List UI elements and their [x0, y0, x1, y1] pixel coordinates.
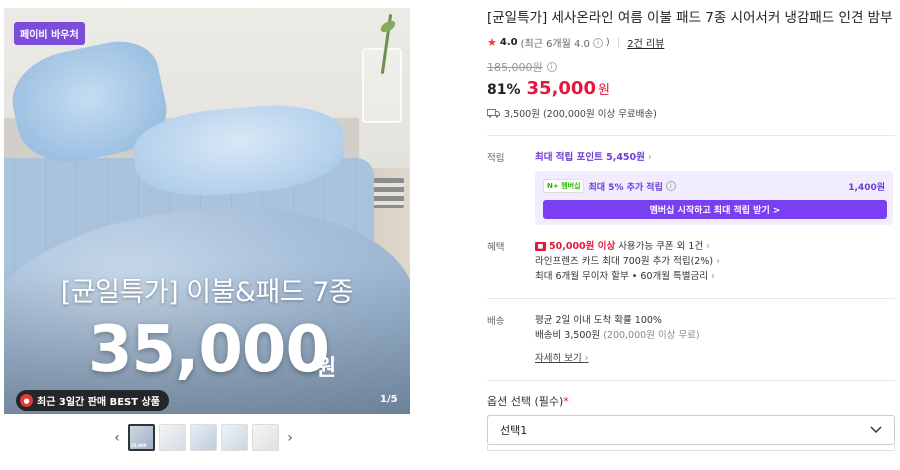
- chevron-right-icon: ›: [710, 271, 715, 282]
- divider: [487, 298, 895, 299]
- delivery-detail-link[interactable]: 자세히 보기 ›: [535, 351, 589, 366]
- membership-box: N+ 멤버십 최대 5% 추가 적립 i 1,400원 멤버십 시작하고 최대 …: [535, 171, 893, 225]
- coupon-icon: ■: [535, 242, 546, 251]
- image-counter: 1/5: [380, 394, 398, 405]
- chevron-right-icon: ›: [716, 256, 720, 267]
- membership-text: 최대 5% 추가 적립: [588, 182, 663, 193]
- product-info: [균일특가] 세사온라인 여름 이불 패드 7종 시어서커 냉감패드 인견 밤부…: [487, 8, 895, 451]
- voucher-badge: 페이비 바우처: [14, 22, 85, 45]
- chevron-right-icon: ›: [706, 241, 711, 252]
- rating-value: 4.0: [499, 37, 518, 48]
- star-icon: ★: [487, 36, 497, 49]
- chevron-right-icon: ›: [647, 152, 652, 163]
- option-label: 옵션 선택 (필수)*: [487, 395, 569, 408]
- divider: |: [616, 37, 621, 48]
- thumbnail-5[interactable]: [252, 424, 279, 451]
- original-price-row: 185,000원 i: [487, 59, 895, 75]
- rating-row: ★ 4.0 (최근 6개월 4.0 i ) | 2건 리뷰: [487, 35, 665, 50]
- shipping-row: 3,500원 (200,000원 이상 무료배송): [487, 106, 895, 120]
- coupon-link[interactable]: ■ 50,000원 이상 사용가능 쿠폰 외 1건 ›: [535, 239, 895, 254]
- points-section: 적립 최대 적립 포인트 5,450원 › N+ 멤버십 최대 5% 추가 적립…: [487, 150, 895, 225]
- thumbnail-2[interactable]: [159, 424, 186, 451]
- price-unit: 원: [597, 83, 610, 98]
- chevron-right-icon: ›: [584, 353, 589, 364]
- chevron-down-icon: [870, 426, 882, 434]
- divider: [487, 135, 895, 136]
- review-link[interactable]: 2건 리뷰: [627, 35, 664, 50]
- option-selected-value: 선택1: [500, 424, 528, 437]
- rating-detail: (최근 6개월 4.0: [520, 39, 590, 50]
- price-row: 81% 35,000 원: [487, 78, 895, 99]
- installment-link[interactable]: 최대 6개월 무이자 할부 • 60개월 특별금리 ›: [535, 269, 895, 284]
- product-page: 페이비 바우처 [균일특가] 이불&패드 7종 35,000 원 ● 최근 3일…: [0, 0, 900, 470]
- next-image-button[interactable]: ›: [283, 430, 297, 446]
- thumbnail-3[interactable]: [190, 424, 217, 451]
- divider: [487, 380, 895, 381]
- delivery-fee: 배송비 3,500원 (200,000원 이상 무료): [535, 330, 700, 341]
- benefits-section: 혜택 ■ 50,000원 이상 사용가능 쿠폰 외 1건 › 라인프렌즈 카드 …: [487, 239, 895, 284]
- max-point-link[interactable]: 최대 적립 포인트 5,450원 ›: [535, 150, 895, 165]
- info-icon[interactable]: i: [592, 37, 603, 48]
- product-title: [균일특가] 세사온라인 여름 이불 패드 7종 시어서커 냉감패드 인견 밤부: [487, 10, 893, 26]
- hero-price: 35,000: [88, 313, 330, 387]
- option-list-edge: [487, 445, 895, 451]
- original-price: 185,000원: [487, 61, 543, 74]
- sale-price: 35,000: [526, 78, 596, 99]
- points-label: 적립: [487, 153, 505, 164]
- thumbnail-4[interactable]: [221, 424, 248, 451]
- product-main-image[interactable]: 페이비 바우처 [균일특가] 이불&패드 7종 35,000 원 ● 최근 3일…: [4, 8, 410, 414]
- info-icon[interactable]: i: [546, 62, 557, 72]
- thumbnail-1[interactable]: 35,000: [128, 424, 155, 451]
- prev-image-button[interactable]: ‹: [110, 430, 124, 446]
- delivery-label: 배송: [487, 316, 505, 327]
- best-seller-pill: ● 최근 3일간 판매 BEST 상품: [16, 390, 169, 411]
- truck-icon: [487, 108, 500, 118]
- discount-rate: 81%: [487, 82, 521, 98]
- membership-amount: 1,400원: [848, 182, 885, 193]
- benefits-label: 혜택: [487, 242, 505, 253]
- option-select[interactable]: 선택1: [487, 415, 895, 445]
- naver-plus-logo: N+ 멤버십: [543, 179, 585, 193]
- info-icon[interactable]: i: [665, 181, 676, 191]
- card-benefit-link[interactable]: 라인프렌즈 카드 최대 700원 추가 적립(2%) ›: [535, 254, 895, 269]
- start-membership-button[interactable]: 멤버십 시작하고 최대 적립 받기 >: [543, 200, 887, 219]
- hero-price-unit: 원: [316, 356, 337, 381]
- arrival-estimate: 평균 2일 이내 도착 확률 100%: [535, 315, 662, 326]
- fire-icon: ●: [20, 394, 33, 407]
- delivery-section: 배송 평균 2일 이내 도착 확률 100% 배송비 3,500원 (200,0…: [487, 313, 895, 366]
- hero-title: [균일특가] 이불&패드 7종: [60, 277, 354, 308]
- thumbnail-strip: ‹ 35,000 ›: [110, 424, 297, 451]
